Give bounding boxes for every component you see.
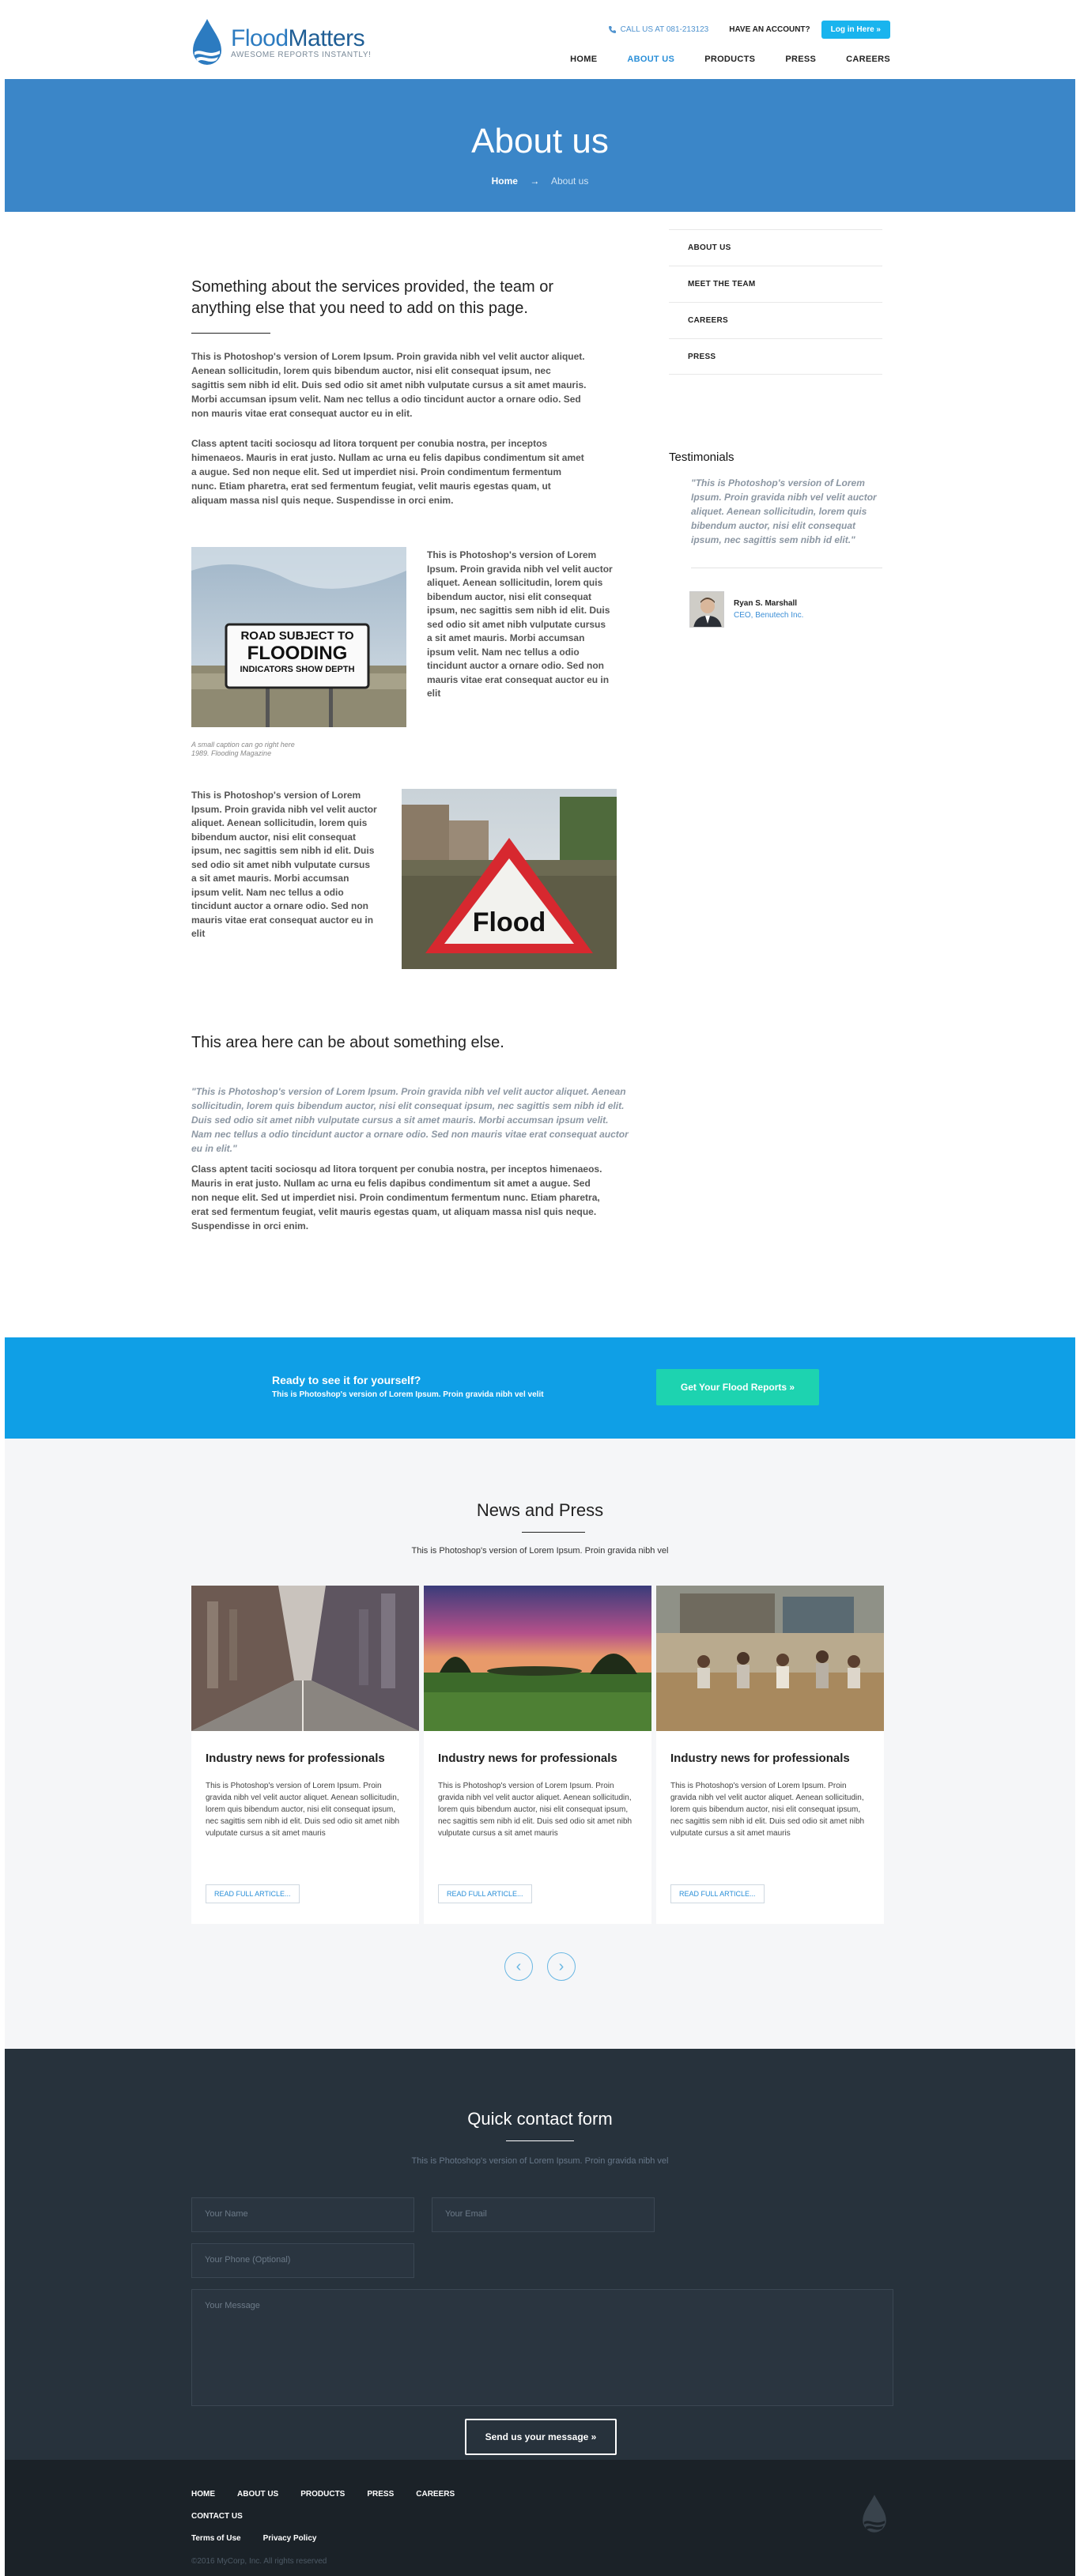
nav-about-us[interactable]: ABOUT US bbox=[627, 55, 674, 64]
site-header: FloodMatters AWESOME REPORTS INSTANTLY! … bbox=[0, 0, 1080, 79]
copyright: ©2016 MyCorp, Inc. All rights reserved bbox=[191, 2557, 327, 2566]
side-text-2: This is Photoshop's version of Lorem Ips… bbox=[191, 790, 377, 939]
name-field[interactable]: Your Name bbox=[191, 2197, 414, 2232]
card-text: This is Photoshop's version of Lorem Ips… bbox=[670, 1782, 865, 1838]
read-full-article-button[interactable]: READ FULL ARTICLE... bbox=[206, 1884, 300, 1903]
footer-link-careers[interactable]: CAREERS bbox=[416, 2490, 455, 2499]
flood-sign-text: Flood bbox=[472, 907, 546, 937]
breadcrumb-separator: → bbox=[530, 175, 540, 187]
news-card: Industry news for professionals This is … bbox=[656, 1586, 884, 1924]
footer-link-products[interactable]: PRODUCTS bbox=[300, 2490, 345, 2499]
get-flood-reports-button[interactable]: Get Your Flood Reports » bbox=[656, 1369, 819, 1405]
message-field[interactable]: Your Message bbox=[191, 2289, 893, 2406]
login-button[interactable]: Log in Here » bbox=[821, 21, 890, 39]
site-footer: HOME ABOUT US PRODUCTS PRESS CAREERS CON… bbox=[5, 2460, 1075, 2576]
flooded-street-people-image bbox=[656, 1586, 884, 1731]
sidebar-item-meet-the-team[interactable]: MEET THE TEAM bbox=[669, 266, 882, 302]
footer-link-press[interactable]: PRESS bbox=[367, 2490, 394, 2499]
side-text-1: This is Photoshop's version of Lorem Ips… bbox=[427, 549, 613, 699]
sidebar-item-press[interactable]: PRESS bbox=[669, 338, 882, 375]
sidebar-nav: ABOUT US MEET THE TEAM CAREERS PRESS bbox=[669, 229, 882, 375]
sign-line-1: ROAD SUBJECT TO bbox=[240, 629, 354, 643]
sign-line-2: FLOODING bbox=[247, 643, 348, 664]
sunset-field-image bbox=[424, 1586, 651, 1731]
second-paragraph: Class aptent taciti sociosqu ad litora t… bbox=[191, 438, 584, 506]
caption-line-1: A small caption can go right here bbox=[191, 741, 295, 749]
email-field[interactable]: Your Email bbox=[432, 2197, 655, 2232]
call-info: CALL US AT 081-213123 bbox=[608, 25, 709, 34]
sidebar-item-careers[interactable]: CAREERS bbox=[669, 302, 882, 338]
news-underline bbox=[522, 1532, 585, 1533]
person-role-link[interactable]: CEO, Benutech Inc. bbox=[734, 611, 803, 620]
image-caption: A small caption can go right here 1989. … bbox=[191, 741, 295, 758]
contact-title: Quick contact form bbox=[467, 2109, 613, 2129]
main-nav: HOME ABOUT US PRODUCTS PRESS CAREERS bbox=[540, 55, 890, 64]
intro-paragraph: This is Photoshop's version of Lorem Ips… bbox=[191, 351, 587, 419]
footer-link-about-us[interactable]: ABOUT US bbox=[237, 2490, 278, 2499]
card-title: Industry news for professionals bbox=[438, 1752, 617, 1765]
water-drop-logo-icon bbox=[193, 19, 221, 65]
footer-link-contact-us[interactable]: CONTACT US bbox=[191, 2512, 243, 2521]
news-card: Industry news for professionals This is … bbox=[424, 1586, 651, 1924]
city-street-image bbox=[191, 1586, 419, 1731]
breadcrumb-current: About us bbox=[550, 175, 589, 187]
news-card: Industry news for professionals This is … bbox=[191, 1586, 419, 1924]
privacy-policy-link[interactable]: Privacy Policy bbox=[263, 2534, 317, 2543]
logo[interactable]: FloodMatters AWESOME REPORTS INSTANTLY! bbox=[190, 17, 371, 66]
news-title: News and Press bbox=[476, 1500, 604, 1520]
read-full-article-button[interactable]: READ FULL ARTICLE... bbox=[438, 1884, 532, 1903]
news-subtitle: This is Photoshop's version of Lorem Ips… bbox=[411, 1546, 669, 1556]
section-heading-2: This area here can be about something el… bbox=[191, 1034, 504, 1051]
person-name: Ryan S. Marshall bbox=[734, 599, 798, 608]
card-title: Industry news for professionals bbox=[206, 1752, 385, 1765]
pull-quote: "This is Photoshop's version of Lorem Ip… bbox=[191, 1086, 629, 1154]
phone-field[interactable]: Your Phone (Optional) bbox=[191, 2243, 414, 2278]
card-text: This is Photoshop's version of Lorem Ips… bbox=[206, 1782, 400, 1838]
send-message-button[interactable]: Send us your message » bbox=[465, 2419, 617, 2455]
nav-products[interactable]: PRODUCTS bbox=[704, 55, 755, 64]
testimonial-author: Ryan S. Marshall CEO, Benutech Inc. bbox=[689, 591, 803, 628]
terms-of-use-link[interactable]: Terms of Use bbox=[191, 2534, 241, 2543]
road-sign-image: ROAD SUBJECT TO FLOODING INDICATORS SHOW… bbox=[191, 547, 406, 727]
page-hero: About us Home → About us bbox=[5, 79, 1075, 212]
sign-line-3: INDICATORS SHOW DEPTH bbox=[240, 665, 355, 674]
cta-banner: Ready to see it for yourself? This is Ph… bbox=[5, 1337, 1075, 1439]
caption-line-2: 1989. Flooding Magazine bbox=[191, 749, 272, 757]
prev-arrow-button[interactable]: ‹ bbox=[504, 1952, 533, 1981]
page-title: About us bbox=[471, 122, 609, 160]
nav-press[interactable]: PRESS bbox=[785, 55, 816, 64]
footer-legal-links: Terms of Use Privacy Policy bbox=[191, 2534, 338, 2543]
heading-underline bbox=[191, 333, 270, 334]
card-text: This is Photoshop's version of Lorem Ips… bbox=[438, 1782, 633, 1838]
contact-subtitle: This is Photoshop's version of Lorem Ips… bbox=[411, 2156, 669, 2166]
cta-title: Ready to see it for yourself? bbox=[272, 1374, 421, 1386]
breadcrumb: Home → About us bbox=[5, 175, 1075, 187]
breadcrumb-home[interactable]: Home bbox=[492, 175, 518, 187]
card-title: Industry news for professionals bbox=[670, 1752, 850, 1765]
brand-tagline: AWESOME REPORTS INSTANTLY! bbox=[231, 50, 372, 59]
brand-name: FloodMatters bbox=[231, 25, 365, 51]
avatar bbox=[689, 591, 724, 628]
cta-subtitle: This is Photoshop's version of Lorem Ips… bbox=[272, 1390, 544, 1399]
call-text: CALL US AT 081-213123 bbox=[620, 25, 709, 34]
read-full-article-button[interactable]: READ FULL ARTICLE... bbox=[670, 1884, 765, 1903]
nav-careers[interactable]: CAREERS bbox=[846, 55, 890, 64]
flood-sign-image: Flood bbox=[402, 789, 617, 969]
next-arrow-button[interactable]: › bbox=[547, 1952, 576, 1981]
have-account-link[interactable]: HAVE AN ACCOUNT? bbox=[729, 25, 810, 34]
footer-drop-logo-icon bbox=[863, 2495, 886, 2533]
footer-link-home[interactable]: HOME bbox=[191, 2490, 215, 2499]
section-heading-1: Something about the services provided, t… bbox=[191, 278, 554, 317]
closing-paragraph: Class aptent taciti sociosqu ad litora t… bbox=[191, 1164, 602, 1231]
footer-links-row: HOME ABOUT US PRODUCTS PRESS CAREERS bbox=[191, 2490, 477, 2499]
contact-underline bbox=[506, 2140, 574, 2141]
phone-icon bbox=[608, 26, 616, 33]
news-section: News and Press This is Photoshop's versi… bbox=[5, 1439, 1075, 2049]
contact-section: Quick contact form This is Photoshop's v… bbox=[5, 2049, 1075, 2460]
testimonials-title: Testimonials bbox=[669, 451, 734, 464]
testimonial-quote: "This is Photoshop's version of Lorem Ip… bbox=[691, 477, 877, 545]
nav-home[interactable]: HOME bbox=[570, 55, 597, 64]
sidebar-item-about-us[interactable]: ABOUT US bbox=[669, 229, 882, 266]
footer-links-row: CONTACT US bbox=[191, 2512, 265, 2521]
